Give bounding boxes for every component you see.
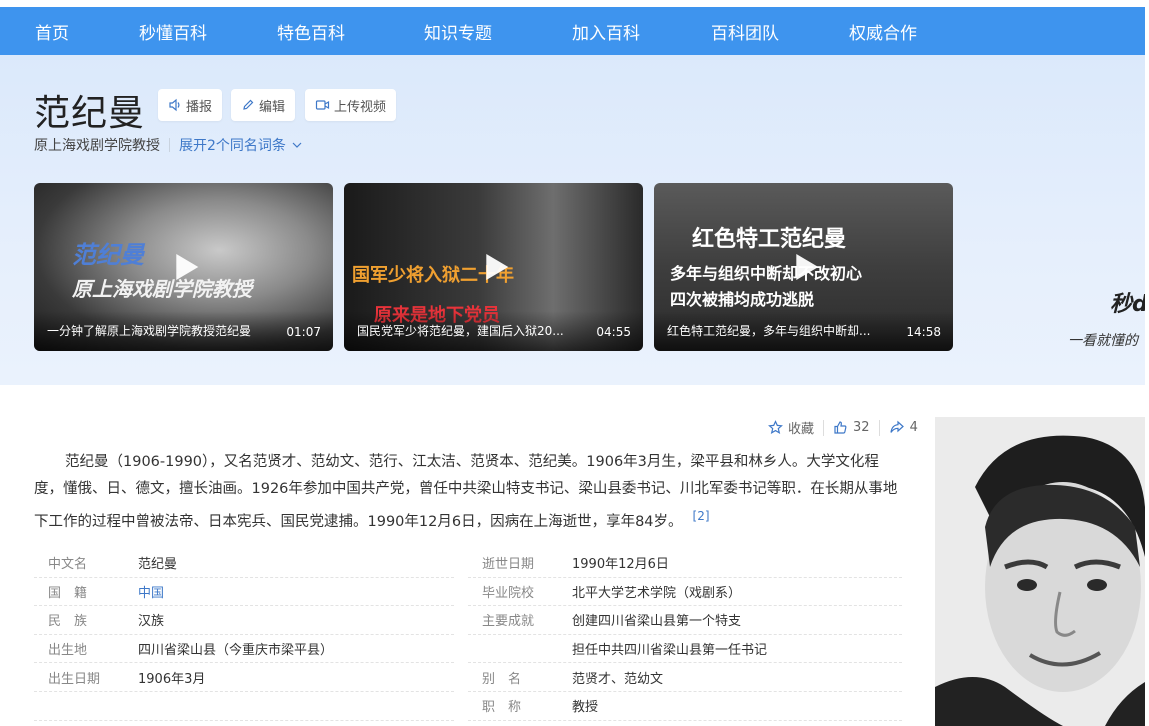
video-overlay-subtitle: 多年与组织中断却不改初心	[670, 264, 863, 283]
info-key: 中文名	[48, 557, 88, 573]
info-row-empty	[34, 692, 454, 721]
play-icon	[175, 254, 198, 280]
info-row: 国 籍 中国	[34, 578, 454, 607]
info-row: 民 族 汉族	[34, 606, 454, 635]
info-key: 主要成就	[482, 614, 535, 630]
info-key: 出生地	[48, 643, 88, 659]
expand-homonyms-link[interactable]: 展开2个同名词条	[179, 135, 304, 155]
info-key: 毕业院校	[482, 585, 535, 601]
share-icon	[889, 420, 904, 433]
nationality-link[interactable]: 中国	[138, 582, 164, 601]
nav-item-topics[interactable]: 知识专题	[424, 19, 572, 44]
expand-homonyms-label: 展开2个同名词条	[179, 138, 286, 154]
basic-info-right-column: 逝世日期 1990年12月6日 毕业院校 北平大学艺术学院（戏剧系） 主要成就 …	[468, 549, 902, 721]
play-icon	[485, 254, 508, 280]
info-key: 国 籍	[48, 585, 88, 601]
info-key: 逝世日期	[482, 557, 535, 573]
video-duration: 04:55	[596, 325, 631, 339]
info-value: 1906年3月	[138, 671, 206, 687]
info-row: 中文名 范纪曼	[34, 549, 454, 578]
reference-link[interactable]: [2]	[693, 509, 710, 523]
top-nav-bar: 首页 秒懂百科 特色百科 知识专题 加入百科 百科团队 权威合作	[0, 7, 1145, 55]
nav-item-team[interactable]: 百科团队	[711, 19, 849, 44]
info-row: 别 名 范贤才、范幼文	[468, 663, 902, 692]
info-value: 四川省梁山县（今重庆市梁平县）	[138, 643, 334, 659]
basic-info-left-column: 中文名 范纪曼 国 籍 中国 民 族 汉族 出生地 四川省梁山县（今重庆市梁平县…	[34, 549, 454, 721]
video-caption: 红色特工范纪曼，多年与组织中断却...	[667, 324, 871, 338]
favorite-button[interactable]: 收藏	[768, 418, 814, 437]
nav-item-partners[interactable]: 权威合作	[849, 19, 917, 44]
video-caption: 一分钟了解原上海戏剧学院教授范纪曼	[47, 324, 252, 338]
info-value: 1990年12月6日	[572, 557, 669, 573]
lemma-description: 原上海戏剧学院教授	[34, 138, 160, 154]
info-value: 范纪曼	[138, 557, 178, 573]
divider	[823, 419, 825, 436]
stats-bar: 收藏 32 4	[768, 418, 918, 437]
nav-item-join[interactable]: 加入百科	[572, 19, 711, 44]
page-title: 范纪曼	[34, 93, 146, 134]
video-card-3[interactable]: 红色特工范纪曼 多年与组织中断却不改初心 四次被捕均成功逃脱 红色特工范纪曼，多…	[654, 183, 953, 351]
video-overlay-subtitle-2: 四次被捕均成功逃脱	[670, 290, 815, 309]
info-key: 出生日期	[48, 671, 101, 687]
lemma-summary: 范纪曼（1906-1990），又名范贤才、范幼文、范行、江太洁、范贤本、范纪美。…	[34, 449, 904, 536]
play-icon	[795, 254, 818, 280]
info-row: 职 称 教授	[468, 692, 902, 721]
video-duration: 01:07	[286, 325, 321, 339]
share-count: 4	[909, 420, 918, 435]
hero-section: 范纪曼 播报 编辑 上传视频 原上海戏剧学院教授 展开2个同名词条 范纪曼 原上…	[0, 55, 1145, 385]
broadcast-label: 播报	[186, 99, 213, 115]
nav-item-miaodong[interactable]: 秒懂百科	[139, 19, 277, 44]
nav-item-featured[interactable]: 特色百科	[277, 19, 424, 44]
video-caption: 国民党军少将范纪曼，建国后入狱20...	[357, 324, 564, 338]
video-overlay-title: 红色特工范纪曼	[692, 227, 847, 252]
promo-tagline: 一看就懂的	[1068, 333, 1138, 349]
info-row: 主要成就 创建四川省梁山县第一个特支	[468, 606, 902, 635]
thumbs-up-icon	[834, 421, 847, 434]
edit-button[interactable]: 编辑	[231, 89, 296, 121]
promo-logo-text: 秒d	[1110, 292, 1145, 317]
info-key: 别 名	[482, 671, 522, 687]
video-card-1[interactable]: 范纪曼 原上海戏剧学院教授 一分钟了解原上海戏剧学院教授范纪曼 01:07	[34, 183, 333, 351]
upload-video-label: 上传视频	[334, 99, 387, 115]
portrait-image[interactable]	[935, 417, 1145, 726]
star-icon	[768, 420, 783, 435]
info-value: 担任中共四川省梁山县第一任书记	[572, 643, 768, 659]
divider	[169, 138, 170, 152]
info-key: 职 称	[482, 700, 522, 716]
video-overlay-subtitle: 原上海戏剧学院教授	[72, 277, 252, 301]
info-key: 民 族	[48, 614, 88, 630]
info-row: 出生日期 1906年3月	[34, 663, 454, 692]
info-value: 北平大学艺术学院（戏剧系）	[572, 585, 742, 601]
edit-label: 编辑	[259, 99, 286, 115]
info-value: 创建四川省梁山县第一个特支	[572, 614, 742, 630]
video-duration: 14:58	[906, 325, 941, 339]
divider	[878, 419, 880, 436]
info-value: 范贤才、范幼文	[572, 671, 664, 687]
lemma-summary-line: 原上海戏剧学院教授 展开2个同名词条	[34, 135, 304, 155]
share-button[interactable]: 4	[889, 420, 918, 435]
like-button[interactable]: 32	[833, 420, 870, 435]
info-value: 汉族	[138, 614, 165, 630]
favorite-label: 收藏	[788, 422, 815, 437]
nav-item-home[interactable]: 首页	[35, 19, 139, 44]
info-value: 教授	[572, 700, 599, 716]
info-row: 毕业院校 北平大学艺术学院（戏剧系）	[468, 578, 902, 607]
speaker-icon	[169, 98, 180, 112]
miaodong-promo[interactable]: 秒d 一看就懂的	[1060, 280, 1145, 360]
broadcast-button[interactable]: 播报	[158, 89, 223, 121]
upload-video-button[interactable]: 上传视频	[305, 89, 397, 121]
video-card-2[interactable]: 国军少将入狱二十年 原来是地下党员 国民党军少将范纪曼，建国后入狱20... 0…	[344, 183, 643, 351]
video-overlay-title: 范纪曼	[72, 241, 144, 269]
like-count: 32	[853, 420, 870, 435]
info-row: 逝世日期 1990年12月6日	[468, 549, 902, 578]
portrait-photo	[935, 417, 1145, 726]
video-camera-icon	[315, 100, 330, 110]
info-row: 出生地 四川省梁山县（今重庆市梁平县）	[34, 635, 454, 664]
info-row: 担任中共四川省梁山县第一任书记	[468, 635, 902, 664]
pencil-icon	[243, 99, 254, 110]
summary-text: 范纪曼（1906-1990），又名范贤才、范幼文、范行、江太洁、范贤本、范纪美。…	[34, 454, 898, 530]
chevron-down-icon	[292, 142, 302, 148]
